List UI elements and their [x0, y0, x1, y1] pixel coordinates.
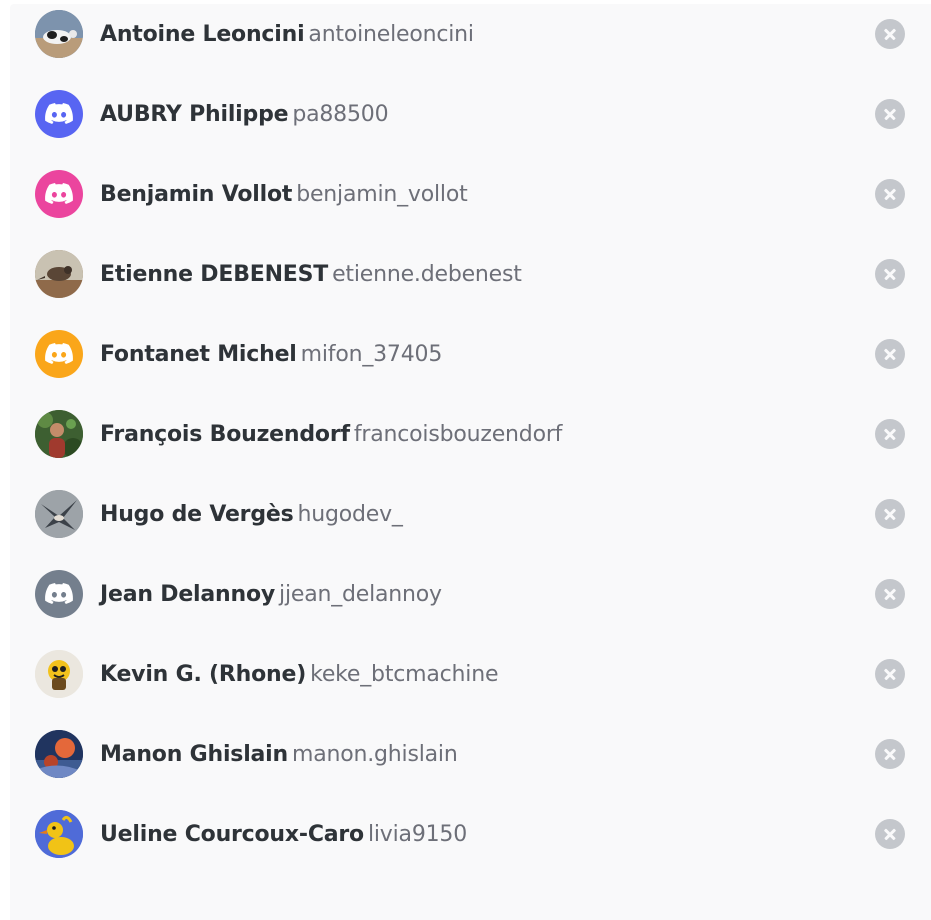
- member-names: Hugo de Vergès hugodev_: [100, 502, 403, 527]
- remove-member-close-icon[interactable]: [875, 419, 905, 449]
- member-row[interactable]: Fontanet Michel mifon_37405: [35, 326, 905, 382]
- member-username: jjean_delannoy: [279, 581, 442, 607]
- avatar[interactable]: [35, 650, 83, 698]
- avatar[interactable]: [35, 730, 83, 778]
- member-username: keke_btcmachine: [310, 661, 499, 687]
- member-display-name: Jean Delannoy: [100, 581, 276, 607]
- member-username: livia9150: [367, 821, 468, 847]
- discord-default-avatar-icon[interactable]: [35, 570, 83, 618]
- member-username: hugodev_: [297, 501, 403, 527]
- member-display-name: Hugo de Vergès: [100, 501, 294, 527]
- remove-member-close-icon[interactable]: [875, 179, 905, 209]
- member-row[interactable]: AUBRY Philippe pa88500: [35, 86, 905, 142]
- member-username: antoineleoncini: [308, 21, 474, 47]
- remove-member-close-icon[interactable]: [875, 19, 905, 49]
- remove-member-close-icon[interactable]: [875, 99, 905, 129]
- member-username: mifon_37405: [300, 341, 443, 367]
- remove-member-close-icon[interactable]: [875, 819, 905, 849]
- member-list-panel: Antoine Leoncini antoineleoncini AUBRY Phi…: [10, 4, 931, 920]
- avatar[interactable]: [35, 10, 83, 58]
- member-username: pa88500: [292, 101, 389, 127]
- member-display-name: Etienne DEBENEST: [100, 261, 329, 287]
- member-names: Ueline Courcoux-Caro livia9150: [100, 822, 467, 847]
- member-display-name: Manon Ghislain: [100, 741, 288, 767]
- avatar[interactable]: [35, 410, 83, 458]
- member-names: Kevin G. (Rhone) keke_btcmachine: [100, 662, 498, 687]
- member-row[interactable]: Antoine Leoncini antoineleoncini: [35, 6, 905, 62]
- member-username: etienne.debenest: [332, 261, 522, 287]
- member-username: francoisbouzendorf: [353, 421, 563, 447]
- member-username: benjamin_vollot: [296, 181, 468, 207]
- member-display-name: Fontanet Michel: [100, 341, 297, 367]
- avatar[interactable]: [35, 250, 83, 298]
- member-display-name: Antoine Leoncini: [100, 21, 305, 47]
- member-display-name: Kevin G. (Rhone): [100, 661, 307, 687]
- remove-member-close-icon[interactable]: [875, 739, 905, 769]
- member-names: Etienne DEBENEST etienne.debenest: [100, 262, 522, 287]
- discord-default-avatar-icon[interactable]: [35, 90, 83, 138]
- member-names: François Bouzendorf francoisbouzendorf: [100, 422, 562, 447]
- member-row[interactable]: Kevin G. (Rhone) keke_btcmachine: [35, 646, 905, 702]
- member-names: Benjamin Vollot benjamin_vollot: [100, 182, 468, 207]
- member-display-name: François Bouzendorf: [100, 421, 350, 447]
- member-row[interactable]: Ueline Courcoux-Caro livia9150: [35, 806, 905, 862]
- member-display-name: Benjamin Vollot: [100, 181, 293, 207]
- member-display-name: AUBRY Philippe: [100, 101, 289, 127]
- remove-member-close-icon[interactable]: [875, 259, 905, 289]
- member-username: manon.ghislain: [291, 741, 458, 767]
- member-row[interactable]: Manon Ghislain manon.ghislain: [35, 726, 905, 782]
- member-names: Antoine Leoncini antoineleoncini: [100, 22, 474, 47]
- member-names: Jean Delannoy jjean_delannoy: [100, 582, 442, 607]
- member-display-name: Ueline Courcoux-Caro: [100, 821, 364, 847]
- member-row[interactable]: Benjamin Vollot benjamin_vollot: [35, 166, 905, 222]
- remove-member-close-icon[interactable]: [875, 579, 905, 609]
- member-names: Manon Ghislain manon.ghislain: [100, 742, 458, 767]
- discord-default-avatar-icon[interactable]: [35, 170, 83, 218]
- discord-default-avatar-icon[interactable]: [35, 330, 83, 378]
- member-row[interactable]: Etienne DEBENEST etienne.debenest: [35, 246, 905, 302]
- member-row[interactable]: Hugo de Vergès hugodev_: [35, 486, 905, 542]
- member-names: AUBRY Philippe pa88500: [100, 101, 389, 127]
- member-row[interactable]: Jean Delannoy jjean_delannoy: [35, 566, 905, 622]
- avatar[interactable]: [35, 810, 83, 858]
- remove-member-close-icon[interactable]: [875, 339, 905, 369]
- remove-member-close-icon[interactable]: [875, 659, 905, 689]
- remove-member-close-icon[interactable]: [875, 499, 905, 529]
- avatar[interactable]: [35, 490, 83, 538]
- member-row[interactable]: François Bouzendorf francoisbouzendorf: [35, 406, 905, 462]
- member-names: Fontanet Michel mifon_37405: [100, 342, 442, 367]
